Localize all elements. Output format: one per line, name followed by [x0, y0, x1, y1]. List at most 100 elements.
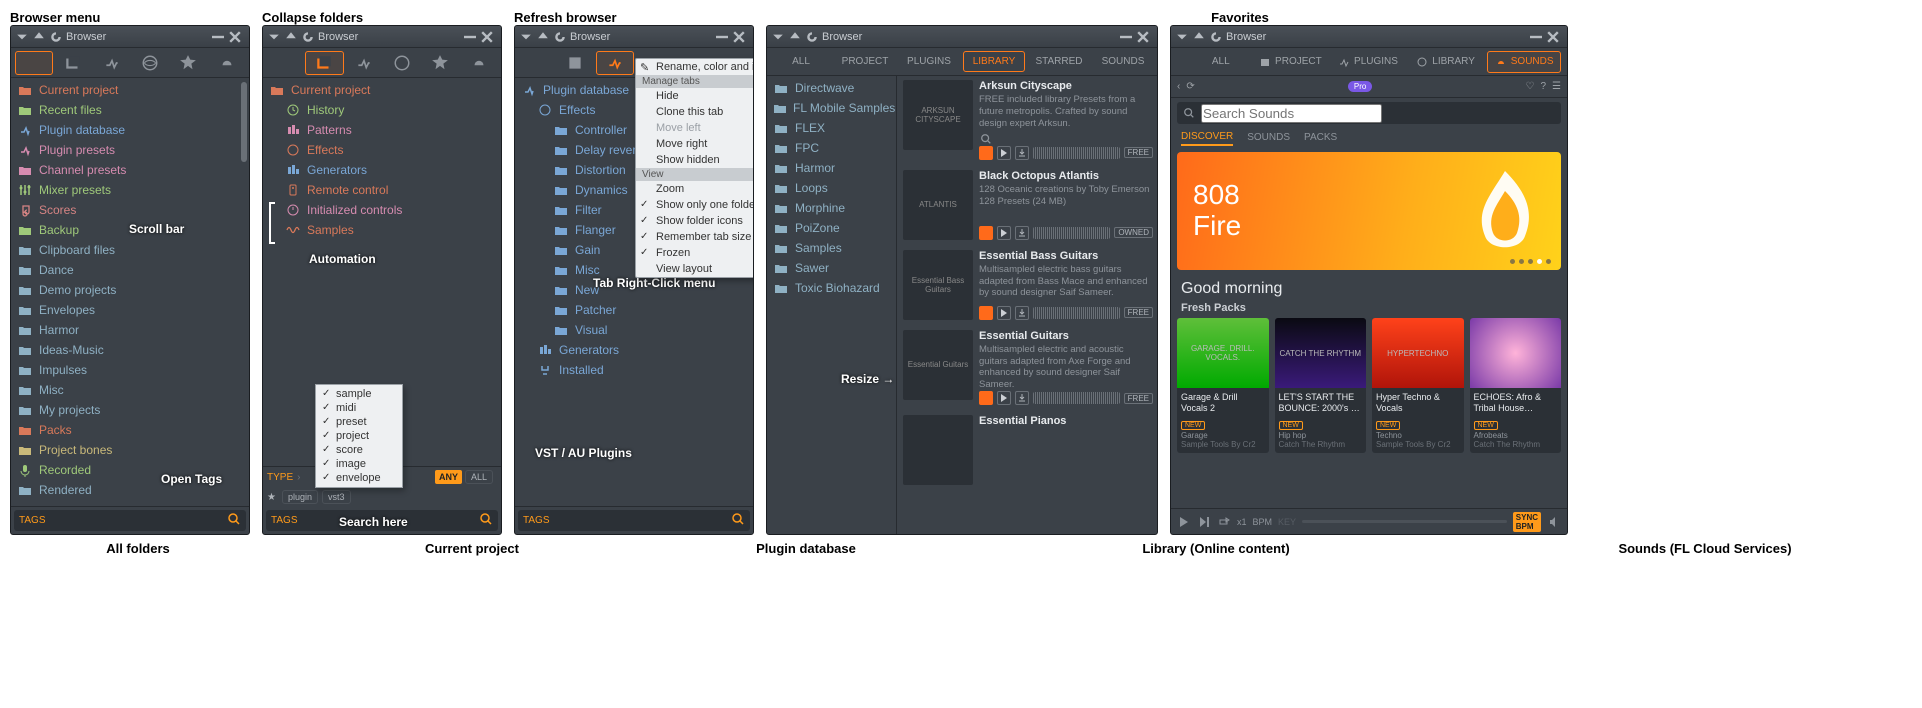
- list-item[interactable]: Patterns: [263, 120, 501, 140]
- sounds-search[interactable]: [1177, 102, 1561, 124]
- popup-tag-item[interactable]: ✓envelope: [318, 471, 400, 485]
- list-item[interactable]: Harmor: [767, 158, 896, 178]
- refresh-icon[interactable]: [1209, 30, 1223, 44]
- nav-up-icon[interactable]: [788, 30, 802, 44]
- tree-root-current-project[interactable]: Current project: [263, 80, 501, 100]
- download-icon[interactable]: [1015, 306, 1029, 320]
- library-tab[interactable]: PROJECT: [835, 52, 895, 71]
- list-item[interactable]: Toxic Biohazard: [767, 278, 896, 298]
- minimize-icon[interactable]: [1529, 30, 1543, 44]
- list-item[interactable]: Current project: [11, 80, 249, 100]
- soundcloud-icon[interactable]: [979, 226, 993, 240]
- next-icon[interactable]: [1197, 515, 1211, 529]
- popup-tag-item[interactable]: ✓score: [318, 443, 400, 457]
- list-item[interactable]: Backup: [11, 220, 249, 240]
- sounds-tab[interactable]: SOUNDS: [1487, 51, 1561, 73]
- nav-up-icon[interactable]: [536, 30, 550, 44]
- list-item[interactable]: Directwave: [767, 78, 896, 98]
- scrollbar[interactable]: [241, 82, 247, 162]
- minimize-icon[interactable]: [463, 30, 477, 44]
- popup-tag-item[interactable]: ✓preset: [318, 415, 400, 429]
- list-item[interactable]: Visual: [515, 320, 753, 340]
- search-icon[interactable]: [979, 132, 993, 146]
- titlebar[interactable]: Browser: [1171, 26, 1567, 48]
- tree-installed[interactable]: Installed: [515, 360, 753, 380]
- search-icon[interactable]: [479, 512, 493, 529]
- waveform[interactable]: [1033, 147, 1120, 159]
- list-item[interactable]: Ideas-Music: [11, 340, 249, 360]
- titlebar[interactable]: Browser: [11, 26, 249, 48]
- sounds-tab[interactable]: PLUGINS: [1332, 52, 1404, 72]
- search-icon[interactable]: [227, 512, 241, 529]
- tab-sounds-icon[interactable]: [461, 51, 497, 75]
- list-item[interactable]: Initialized controls: [263, 200, 501, 220]
- chevron-down-icon[interactable]: [519, 30, 533, 44]
- library-pack[interactable]: Essential Pianos: [903, 415, 1153, 485]
- download-icon[interactable]: [1015, 146, 1029, 160]
- close-icon[interactable]: [228, 30, 242, 44]
- list-item[interactable]: Generators: [263, 160, 501, 180]
- pack-card[interactable]: GARAGE. DRILL. VOCALS.Garage & Drill Voc…: [1177, 318, 1269, 453]
- waveform[interactable]: [1033, 227, 1110, 239]
- library-tab[interactable]: PLUGINS: [899, 52, 959, 71]
- hero-banner[interactable]: 808Fire: [1177, 152, 1561, 270]
- list-item[interactable]: Rendered: [11, 480, 249, 500]
- tab-sounds-icon[interactable]: [209, 51, 245, 75]
- pill-any[interactable]: ANY: [435, 470, 462, 484]
- list-item[interactable]: Channel presets: [11, 160, 249, 180]
- download-icon[interactable]: [1015, 226, 1029, 240]
- list-item[interactable]: Recorded: [11, 460, 249, 480]
- play-icon[interactable]: [997, 226, 1011, 240]
- chevron-down-icon[interactable]: [1175, 30, 1189, 44]
- ctx-view-layout[interactable]: View layout▸: [636, 261, 754, 277]
- refresh-icon[interactable]: ⟳: [1186, 81, 1194, 92]
- titlebar[interactable]: Browser: [767, 26, 1157, 48]
- help-icon[interactable]: ?: [1540, 81, 1546, 92]
- list-item[interactable]: Samples: [767, 238, 896, 258]
- list-item[interactable]: FPC: [767, 138, 896, 158]
- subtab-discover[interactable]: DISCOVER: [1181, 131, 1233, 146]
- list-item[interactable]: Sawer: [767, 258, 896, 278]
- play-icon[interactable]: [997, 306, 1011, 320]
- tags-bar[interactable]: TAGS: [266, 510, 498, 531]
- nav-up-icon[interactable]: [1192, 30, 1206, 44]
- refresh-icon[interactable]: [553, 30, 567, 44]
- minimize-icon[interactable]: [1119, 30, 1133, 44]
- waveform[interactable]: [1033, 392, 1120, 404]
- list-item[interactable]: Morphine: [767, 198, 896, 218]
- list-item[interactable]: Recent files: [11, 100, 249, 120]
- titlebar[interactable]: Browser: [515, 26, 753, 48]
- close-icon[interactable]: [480, 30, 494, 44]
- pack-card[interactable]: HYPERTECHNOHyper Techno & VocalsNEWTechn…: [1372, 318, 1464, 453]
- subtab-packs[interactable]: PACKS: [1304, 132, 1337, 145]
- sounds-tab[interactable]: PROJECT: [1255, 52, 1327, 72]
- list-item[interactable]: PoiZone: [767, 218, 896, 238]
- tab-library-icon[interactable]: [132, 51, 168, 75]
- list-item[interactable]: Demo projects: [11, 280, 249, 300]
- context-menu[interactable]: ✎Rename, color and icon... Manage tabs H…: [635, 58, 754, 278]
- ctx-frozen[interactable]: ✓Frozen: [636, 245, 754, 261]
- pack-card[interactable]: ECHOES: Afro & Tribal House…NEWAfrobeats…: [1470, 318, 1562, 453]
- sync-button[interactable]: SYNCBPM: [1513, 512, 1541, 532]
- tags-bar[interactable]: TAGS: [518, 510, 750, 531]
- ctx-clone[interactable]: Clone this tab: [636, 104, 754, 120]
- list-item[interactable]: Samples: [263, 220, 501, 240]
- list-item[interactable]: Effects: [263, 140, 501, 160]
- play-icon[interactable]: [997, 391, 1011, 405]
- list-item[interactable]: Envelopes: [11, 300, 249, 320]
- list-item[interactable]: Loops: [767, 178, 896, 198]
- list-item[interactable]: Harmor: [11, 320, 249, 340]
- sounds-search-input[interactable]: [1201, 104, 1382, 123]
- subtab-sounds[interactable]: SOUNDS: [1247, 132, 1290, 145]
- popup-tag-item[interactable]: ✓midi: [318, 401, 400, 415]
- tab-plugins-icon[interactable]: [94, 51, 130, 75]
- menu-icon[interactable]: ☰: [1552, 81, 1561, 92]
- library-pack[interactable]: ARKSUN CITYSCAPEArksun CityscapeFREE inc…: [903, 80, 1153, 160]
- pill-all[interactable]: ALL: [465, 470, 493, 484]
- sounds-tab[interactable]: LIBRARY: [1410, 52, 1482, 72]
- nav-up-icon[interactable]: [284, 30, 298, 44]
- ctx-zoom[interactable]: Zoom▸: [636, 181, 754, 197]
- sounds-tab[interactable]: ALL: [1177, 52, 1249, 72]
- minimize-icon[interactable]: [715, 30, 729, 44]
- library-pack[interactable]: ATLANTISBlack Octopus Atlantis128 Oceani…: [903, 170, 1153, 240]
